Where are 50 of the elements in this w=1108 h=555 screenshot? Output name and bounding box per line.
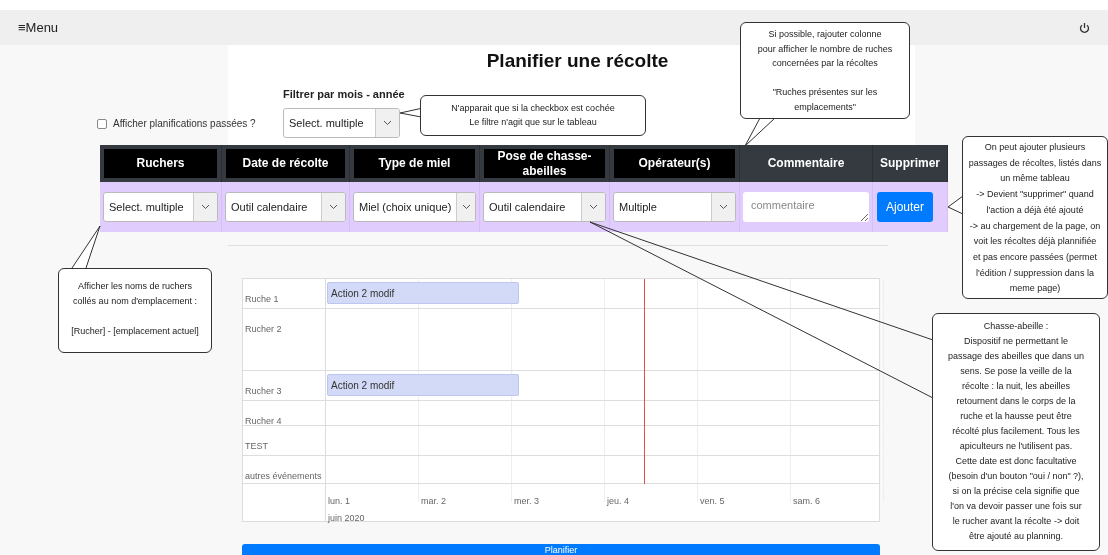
callout-pointer: [947, 195, 964, 215]
select-field[interactable]: Select. multiple: [283, 108, 400, 138]
select-field[interactable]: Select. multiple: [103, 192, 218, 222]
column-header: Type de miel: [354, 149, 475, 178]
checkbox[interactable]: [97, 118, 107, 129]
chevron-down-icon: [201, 204, 210, 210]
column-header-text: Commentaire: [766, 155, 846, 172]
menu-button[interactable]: ≡Menu: [18, 17, 59, 38]
callout-note: N'apparait que si la checkbox est cochée Le filtre n'agit que sur le tableau: [420, 95, 646, 136]
chevron-down-icon: [719, 204, 728, 210]
callout-note: Chasse-abeille : Dispositif ne permettant le passage des abeilles que dans un sens. Se pose la veille de la récolte : la nuit, les abeilles retournent dans le corps de la ruche et la hausse peut être récolté plus facilement. Tous les apiculteurs ne l'utilisent pas. Cette date est donc facultative (besoin d'un bouton "oui / non" ?), si on la précise cela signifie que l'on va devoir passer une fois sur le rucher avant la récolte -> doit être ajouté au planning.: [932, 313, 1100, 551]
event-bar[interactable]: Action 2 modif: [327, 282, 519, 304]
callout-note: On peut ajouter plusieurs passages de récoltes, listés dans un même tableau -> Devient "supprimer" quand l'action a déjà été ajouté -> au chargement de la page, on voit les récoltes déjà plannifiée et pas encore passées (permet l'édition / suppression dans la meme page): [962, 136, 1108, 299]
month-label: juin 2020: [328, 513, 365, 523]
comment-field[interactable]: commentaire: [743, 192, 869, 222]
callout-note: Si possible, rajouter colonne pour afficher le nombre de ruches concernées par la récoltes "Ruches présentes sur les emplacements": [740, 22, 910, 119]
column-header: Pose de chasse-abeilles: [484, 149, 605, 178]
event-bar[interactable]: Action 2 modif: [327, 374, 519, 396]
row-label: TEST: [245, 441, 268, 451]
column-header: Ruchers: [104, 149, 217, 178]
callout-note: Afficher les noms de ruchers collés au nom d'emplacement : [Rucher] - [emplacement actuel]: [58, 268, 212, 353]
callout-pointer: [71, 225, 101, 269]
chevron-down-icon: [329, 204, 338, 210]
select-field[interactable]: Outil calendaire: [225, 192, 346, 222]
filter-label: Filtrer par mois - année: [283, 86, 405, 102]
column-header: Opérateur(s): [614, 149, 735, 178]
day-label: jeu. 4: [607, 496, 630, 506]
row-label: Rucher 2: [245, 324, 282, 334]
select-field[interactable]: Miel (choix unique): [353, 192, 476, 222]
checkbox-label: Afficher planifications passées ?: [113, 117, 256, 131]
column-header: Date de récolte: [226, 149, 345, 178]
select-field[interactable]: Outil calendaire: [483, 192, 606, 222]
day-label: lun. 1: [328, 496, 351, 506]
chevron-down-icon: [589, 204, 598, 210]
page-title: Planifier une récolte: [486, 49, 669, 73]
row-label: autres événements: [245, 471, 322, 481]
select-field[interactable]: Multiple: [613, 192, 736, 222]
chevron-down-icon: [461, 204, 471, 210]
plan-button[interactable]: Planifier: [242, 544, 880, 555]
row-label: Ruche 1: [245, 294, 279, 304]
column-header-text: Supprimer: [879, 155, 941, 172]
add-button[interactable]: Ajouter: [877, 192, 934, 222]
row-label: Rucher 4: [245, 416, 282, 426]
day-label: ven. 5: [700, 496, 725, 506]
day-label: mer. 3: [514, 496, 539, 506]
day-label: mar. 2: [421, 496, 446, 506]
day-label: sam. 6: [793, 496, 820, 506]
power-icon[interactable]: [1079, 21, 1090, 34]
chevron-down-icon: [383, 120, 392, 126]
row-label: Rucher 3: [245, 386, 282, 396]
